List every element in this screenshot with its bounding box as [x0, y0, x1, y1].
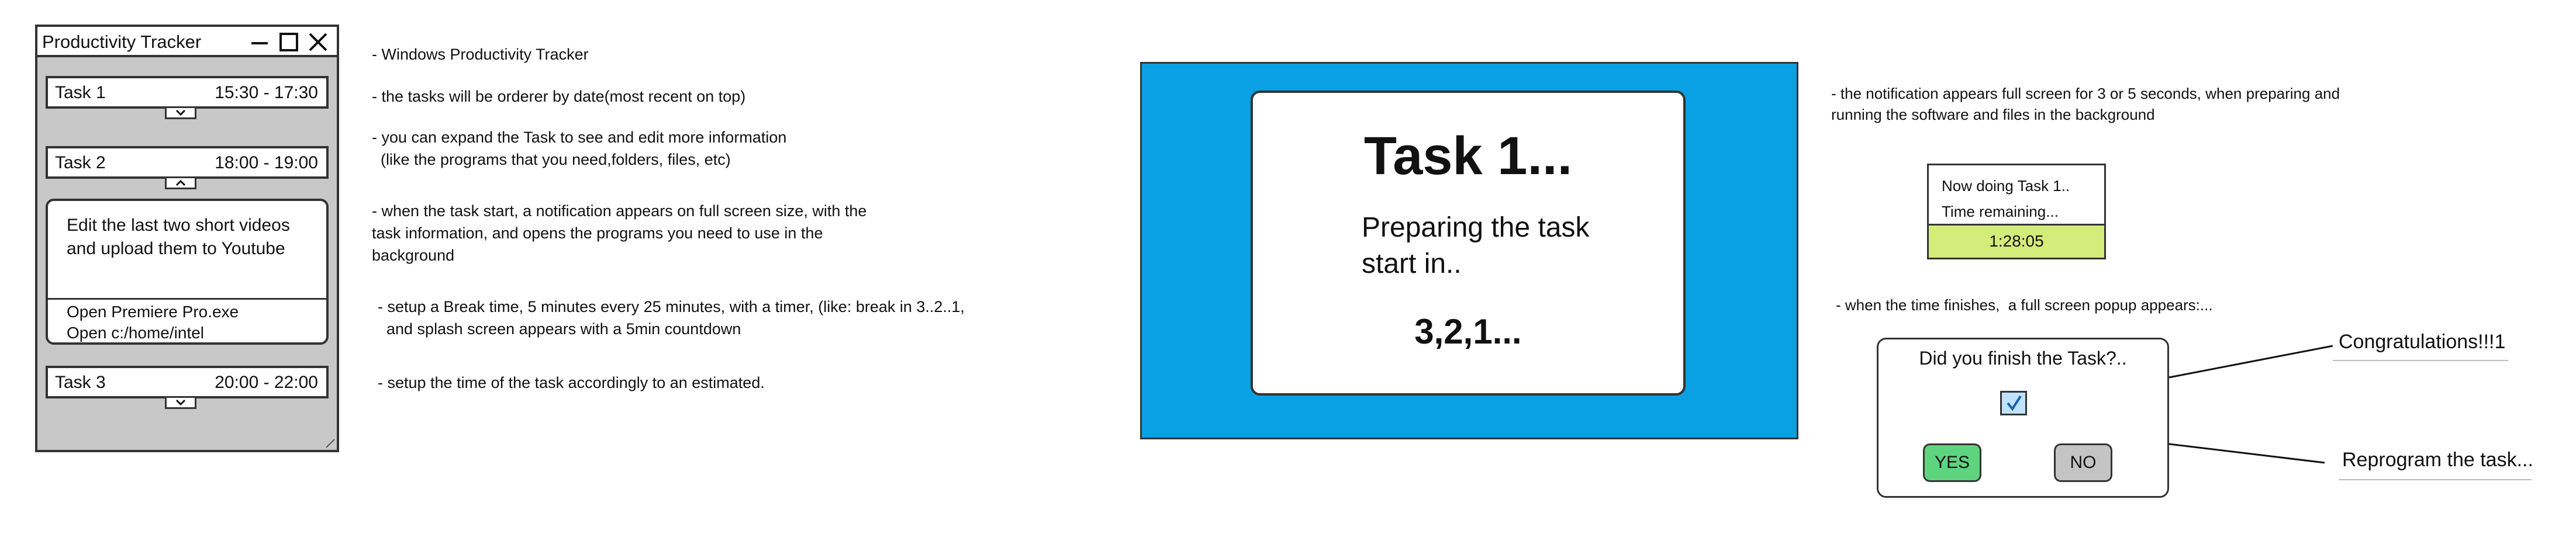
no-callout: Reprogram the task...	[2342, 449, 2533, 471]
yes-callout-line	[2168, 345, 2333, 379]
yes-callout-underline	[2333, 360, 2508, 361]
callout-lines	[2168, 345, 2333, 464]
no-callout-underline	[2339, 479, 2532, 480]
yes-callout: Congratulations!!!1	[2339, 331, 2506, 353]
no-callout-line	[2168, 443, 2325, 464]
